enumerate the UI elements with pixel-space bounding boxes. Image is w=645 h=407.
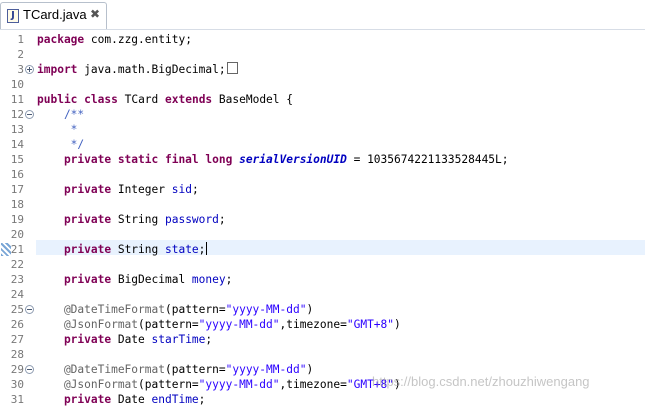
line-number: 19 [10, 213, 24, 226]
code-comment: /** [37, 108, 85, 121]
code-line: 24 [0, 287, 645, 302]
java-file-icon: J [7, 9, 19, 23]
close-icon[interactable]: ✖ [89, 8, 101, 20]
code-text: private Integer sid; [37, 183, 199, 196]
line-number: 22 [10, 258, 24, 271]
code-line: 18 [0, 197, 645, 212]
code-text: @JsonFormat(pattern="yyyy-MM-dd",timezon… [37, 378, 401, 391]
code-line: 1 package com.zzg.entity; [0, 32, 645, 47]
line-number: 18 [10, 198, 24, 211]
code-line: 13 * [0, 122, 645, 137]
code-line: 15 private static final long serialVersi… [0, 152, 645, 167]
line-number: 27 [10, 333, 24, 346]
code-line-current: 21 private String state; [0, 242, 645, 257]
code-line: 26 @JsonFormat(pattern="yyyy-MM-dd",time… [0, 317, 645, 332]
line-number: 1 [17, 33, 24, 46]
line-number: 14 [10, 138, 24, 151]
code-line: 31 private Date endTime; [0, 392, 645, 407]
line-number: 11 [10, 93, 24, 106]
code-line: 17 private Integer sid; [0, 182, 645, 197]
code-comment: */ [37, 138, 85, 151]
code-line: 12 /** [0, 107, 645, 122]
code-line: 25 @DateTimeFormat(pattern="yyyy-MM-dd") [0, 302, 645, 317]
line-number: 29 [10, 363, 24, 376]
code-line: 20 [0, 227, 645, 242]
collapsed-imports-icon[interactable] [226, 62, 238, 74]
code-text: @DateTimeFormat(pattern="yyyy-MM-dd") [37, 363, 314, 376]
line-number: 12 [10, 108, 24, 121]
code-text: private String password; [37, 213, 226, 226]
line-number: 15 [10, 153, 24, 166]
line-number: 21 [10, 243, 24, 256]
code-text: @DateTimeFormat(pattern="yyyy-MM-dd") [37, 303, 314, 316]
code-line: 19 private String password; [0, 212, 645, 227]
expand-fold-icon[interactable] [25, 65, 34, 74]
line-number: 2 [17, 48, 24, 61]
line-number: 25 [10, 303, 24, 316]
line-number: 23 [10, 273, 24, 286]
line-number: 13 [10, 123, 24, 136]
code-editor[interactable]: 1 package com.zzg.entity; 2 3 import jav… [0, 30, 645, 407]
code-text: private Date endTime; [37, 393, 206, 406]
text-cursor [206, 242, 208, 255]
code-line: 23 private BigDecimal money; [0, 272, 645, 287]
code-text: private Date starTime; [37, 333, 213, 346]
editor-tab-bar: J TCard.java ✖ [0, 0, 645, 30]
code-text: import java.math.BigDecimal; [37, 62, 238, 77]
code-line: 22 [0, 257, 645, 272]
line-number: 26 [10, 318, 24, 331]
line-number: 17 [10, 183, 24, 196]
line-number: 10 [10, 78, 24, 91]
code-text: private static final long serialVersionU… [37, 153, 509, 166]
code-text: private String state; [37, 242, 208, 256]
code-line: 28 [0, 347, 645, 362]
collapse-fold-icon[interactable] [25, 110, 34, 119]
code-line: 16 [0, 167, 645, 182]
line-number: 31 [10, 393, 24, 406]
code-line: 3 import java.math.BigDecimal; [0, 62, 645, 77]
tab-title: TCard.java [23, 7, 87, 22]
code-line: 2 [0, 47, 645, 62]
collapse-fold-icon[interactable] [25, 305, 34, 314]
code-line: 10 [0, 77, 645, 92]
code-comment: * [37, 123, 78, 136]
line-number: 30 [10, 378, 24, 391]
code-text: @JsonFormat(pattern="yyyy-MM-dd",timezon… [37, 318, 401, 331]
code-line: 27 private Date starTime; [0, 332, 645, 347]
code-text: public class TCard extends BaseModel { [37, 93, 293, 106]
code-text: private BigDecimal money; [37, 273, 233, 286]
line-number: 3 [17, 63, 24, 76]
collapse-fold-icon[interactable] [25, 365, 34, 374]
line-number: 20 [10, 228, 24, 241]
watermark: https://blog.csdn.net/zhouzhiwengang [372, 374, 590, 389]
editor-tab-tcard[interactable]: J TCard.java ✖ [0, 2, 107, 30]
line-number: 28 [10, 348, 24, 361]
line-number: 16 [10, 168, 24, 181]
line-number: 24 [10, 288, 24, 301]
code-text: package com.zzg.entity; [37, 33, 192, 46]
code-line: 14 */ [0, 137, 645, 152]
code-line: 11 public class TCard extends BaseModel … [0, 92, 645, 107]
